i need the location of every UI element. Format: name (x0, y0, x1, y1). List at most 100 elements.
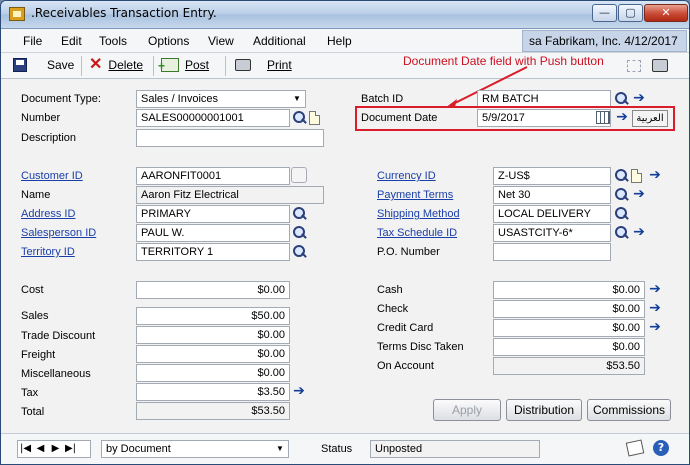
print-button[interactable]: Print (235, 58, 292, 72)
last-record-icon[interactable]: ▶| (63, 441, 78, 457)
menu-help[interactable]: Help (327, 34, 352, 48)
currency-expand-arrow-icon[interactable]: ➔ (647, 168, 663, 184)
check-label: Check (377, 303, 409, 315)
delete-icon: ✕ (89, 56, 103, 73)
tax-schedule-id-field[interactable]: USASTCITY-6* (493, 224, 611, 242)
status-label: Status (321, 443, 353, 455)
credit-card-expand-arrow-icon[interactable]: ➔ (647, 320, 663, 336)
printer-icon[interactable] (652, 59, 668, 72)
menu-options[interactable]: Options (148, 34, 189, 48)
document-date-expand-arrow-icon[interactable]: ➔ (614, 110, 630, 126)
first-record-icon[interactable]: |◀ (18, 441, 33, 457)
tax-schedule-lookup-icon[interactable] (613, 225, 629, 241)
help-icon[interactable]: ? (653, 440, 669, 456)
description-label: Description (21, 132, 77, 144)
commissions-button[interactable]: Commissions (587, 399, 671, 421)
payment-terms-field[interactable]: Net 30 (493, 186, 611, 204)
salesperson-id-link[interactable]: Salesperson ID (21, 227, 96, 239)
customer-id-link[interactable]: Customer ID (21, 170, 83, 182)
shipping-method-field[interactable]: LOCAL DELIVERY (493, 205, 611, 223)
menu-tools[interactable]: Tools (99, 34, 127, 48)
trade-discount-label: Trade Discount (21, 330, 96, 342)
po-number-field[interactable] (493, 243, 611, 261)
menu-edit[interactable]: Edit (61, 34, 82, 48)
tax-schedule-id-link[interactable]: Tax Schedule ID (377, 227, 457, 239)
number-note-icon[interactable] (309, 111, 320, 125)
delete-button[interactable]: ✕ Delete (89, 56, 143, 73)
tax-field[interactable]: $3.50 (136, 383, 290, 401)
next-record-icon[interactable]: ▶ (48, 441, 63, 457)
terms-disc-taken-field[interactable]: $0.00 (493, 338, 645, 356)
document-type-value: Sales / Invoices (141, 93, 219, 105)
check-field[interactable]: $0.00 (493, 300, 645, 318)
workflow-icon[interactable] (627, 60, 641, 72)
distribution-button[interactable]: Distribution (506, 399, 582, 421)
shipping-method-link[interactable]: Shipping Method (377, 208, 460, 220)
toolbar-separator (225, 56, 226, 76)
territory-id-link[interactable]: Territory ID (21, 246, 75, 258)
menu-bar: File Edit Tools Options View Additional … (1, 29, 689, 53)
miscellaneous-field[interactable]: $0.00 (136, 364, 290, 382)
salesperson-id-field[interactable]: PAUL W. (136, 224, 290, 242)
menu-file[interactable]: File (23, 34, 42, 48)
freight-field[interactable]: $0.00 (136, 345, 290, 363)
save-icon (13, 58, 27, 72)
document-type-select[interactable]: Sales / Invoices ▼ (136, 90, 306, 108)
apply-button[interactable]: Apply (433, 399, 501, 421)
tax-expand-arrow-icon[interactable]: ➔ (291, 384, 307, 400)
previous-record-icon[interactable]: ◀ (33, 441, 48, 457)
credit-card-field[interactable]: $0.00 (493, 319, 645, 337)
window-title: .Receivables Transaction Entry. (31, 6, 217, 20)
number-field[interactable]: SALES00000001001 (136, 109, 290, 127)
save-button[interactable]: Save (13, 58, 74, 72)
chevron-down-icon: ▼ (289, 91, 305, 107)
territory-id-field[interactable]: TERRITORY 1 (136, 243, 290, 261)
currency-note-icon[interactable] (631, 169, 642, 183)
menu-additional[interactable]: Additional (253, 34, 306, 48)
sort-by-value: by Document (106, 443, 171, 455)
shipping-method-lookup-icon[interactable] (613, 206, 629, 222)
document-date-label: Document Date (361, 112, 438, 124)
batch-lookup-icon[interactable] (613, 91, 629, 107)
document-date-field[interactable]: 5/9/2017 (477, 109, 611, 127)
trade-discount-field[interactable]: $0.00 (136, 326, 290, 344)
address-id-field[interactable]: PRIMARY (136, 205, 290, 223)
arabic-push-button[interactable]: العربية (632, 110, 668, 127)
menu-view[interactable]: View (208, 34, 234, 48)
save-label: Save (47, 58, 75, 72)
total-label: Total (21, 406, 45, 418)
close-button[interactable]: ✕ (644, 4, 688, 22)
cost-field[interactable]: $0.00 (136, 281, 290, 299)
currency-lookup-icon[interactable] (613, 168, 629, 184)
payment-terms-expand-arrow-icon[interactable]: ➔ (631, 187, 647, 203)
post-button[interactable]: + Post (158, 58, 209, 72)
currency-id-link[interactable]: Currency ID (377, 170, 436, 182)
payment-terms-link[interactable]: Payment Terms (377, 189, 453, 201)
address-lookup-icon[interactable] (291, 206, 307, 222)
customer-name-field: Aaron Fitz Electrical (136, 186, 324, 204)
on-account-field: $53.50 (493, 357, 645, 375)
calendar-icon[interactable] (596, 111, 610, 124)
minimize-button[interactable]: — (592, 4, 617, 22)
description-field[interactable] (136, 129, 324, 147)
salesperson-lookup-icon[interactable] (291, 225, 307, 241)
sales-label: Sales (21, 310, 49, 322)
customer-lookup-icon[interactable] (291, 167, 307, 183)
maximize-button[interactable]: ▢ (618, 4, 643, 22)
customer-id-field[interactable]: AARONFIT0001 (136, 167, 290, 185)
payment-terms-lookup-icon[interactable] (613, 187, 629, 203)
currency-id-field[interactable]: Z-US$ (493, 167, 611, 185)
check-expand-arrow-icon[interactable]: ➔ (647, 301, 663, 317)
cash-field[interactable]: $0.00 (493, 281, 645, 299)
user-company-date: sa Fabrikam, Inc. 4/12/2017 (522, 30, 687, 52)
territory-lookup-icon[interactable] (291, 244, 307, 260)
tax-schedule-expand-arrow-icon[interactable]: ➔ (631, 225, 647, 241)
batch-expand-arrow-icon[interactable]: ➔ (631, 91, 647, 107)
note-icon[interactable] (625, 439, 645, 457)
sales-field[interactable]: $50.00 (136, 307, 290, 325)
sort-by-select[interactable]: by Document ▼ (101, 440, 289, 458)
number-lookup-icon[interactable] (291, 110, 307, 126)
record-navigation: |◀ ◀ ▶ ▶| (17, 440, 91, 458)
cash-expand-arrow-icon[interactable]: ➔ (647, 282, 663, 298)
address-id-link[interactable]: Address ID (21, 208, 75, 220)
